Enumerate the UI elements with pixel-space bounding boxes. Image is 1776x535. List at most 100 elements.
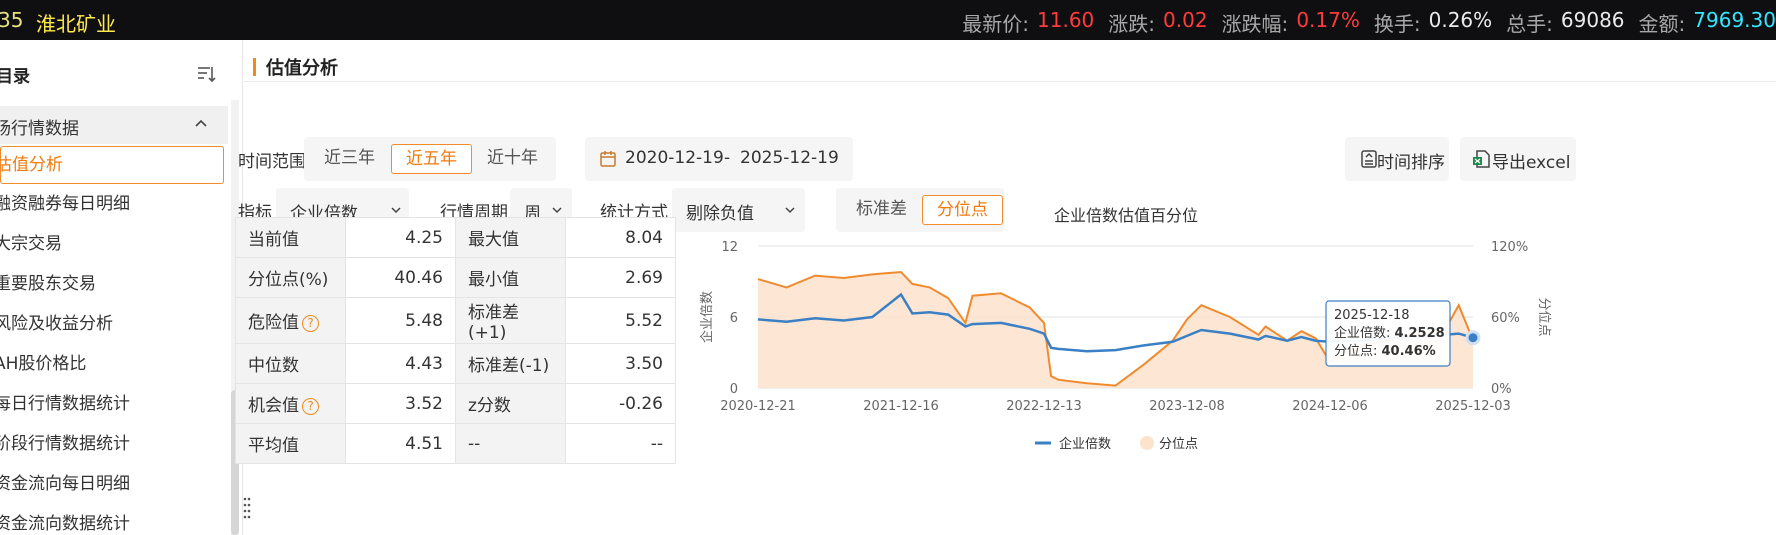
filter-row-time: 时间范围 近三年 近五年 近十年 2020-12-19 - 2025-12-19 时…: [238, 137, 1776, 181]
quote-label: 换手:: [1373, 12, 1421, 36]
sort-icon[interactable]: [196, 64, 216, 84]
sidebar-item[interactable]: AH股价格比: [0, 344, 228, 384]
quote-value: 7969.30: [1693, 8, 1776, 32]
stat-label: 最小值: [455, 257, 566, 298]
sort-by-time-button[interactable]: 时间排序: [1345, 137, 1449, 181]
stat-value: 3.50: [565, 343, 676, 384]
stat-value: 3.52: [345, 383, 456, 424]
sidebar-item-label: 大宗交易: [0, 234, 62, 254]
x-tick: 2024-12-06: [1292, 399, 1368, 414]
date-range-picker[interactable]: 2020-12-19 - 2025-12-19: [585, 137, 853, 181]
x-tick: 2023-12-08: [1149, 399, 1225, 414]
stats-row: 危险值? 5.48 标准差(+1) 5.52: [235, 297, 676, 344]
quote-label: 金额:: [1638, 12, 1686, 36]
sidebar-item-label: AH股价格比: [0, 354, 87, 374]
sidebar-item[interactable]: 大宗交易: [0, 224, 228, 264]
time-range-option[interactable]: 近三年: [310, 144, 389, 174]
y-right-axis-label: 分位点: [1536, 297, 1551, 336]
sidebar-item[interactable]: 资金流向数据统计: [0, 504, 228, 535]
stats-row: 分位点(%) 40.46 最小值 2.69: [235, 257, 676, 298]
tooltip-line-multiple: 企业倍数: 4.2528: [1334, 325, 1445, 341]
time-range-selector: 近三年 近五年 近十年: [304, 137, 556, 181]
stats-row: 机会值? 3.52 z分数 -0.26: [235, 383, 676, 424]
valuation-percentile-chart: 企业倍数估值百分位12 120%6 60%0 0%企业倍数 分位点2020-12-21 2…: [699, 206, 1551, 452]
legend-percentile-swatch: [1140, 436, 1154, 450]
x-tick: 2022-12-13: [1006, 399, 1082, 414]
sidebar-group-label: 场行情数据: [0, 119, 79, 139]
sort-time-icon: [1361, 150, 1377, 168]
sidebar-item-label: 资金流向数据统计: [0, 514, 130, 534]
sidebar: 目录 场行情数据 估值分析融资融券每日明细大宗交易重要股东交易风险及收益分析 AH…: [0, 40, 243, 535]
y-left-axis-label: 企业倍数: [699, 291, 715, 343]
quote-item: 涨跌: 0.02: [1108, 8, 1207, 37]
y-right-tick: 120%: [1491, 240, 1528, 255]
quote-value: 11.60: [1037, 8, 1095, 32]
sidebar-menu: 估值分析融资融券每日明细 大宗交易重要股东交易 风险及收益分析 AH股价格比每日行情数…: [0, 144, 228, 535]
stat-value: 2.69: [565, 257, 676, 298]
tooltip-date: 2025-12-18: [1334, 308, 1410, 323]
stat-value: 4.25: [345, 217, 456, 258]
section-header: 估值分析: [244, 52, 1776, 82]
tooltip-value: 40.46%: [1382, 344, 1436, 359]
page-title: 估值分析: [266, 58, 338, 79]
quote-label: 涨跌幅:: [1221, 12, 1289, 36]
quote-value: 69086: [1560, 8, 1625, 32]
stat-value: 4.51: [345, 423, 456, 464]
quote-list: 最新价: 11.60 涨跌: 0.02 涨跌幅: 0.17% 换手: 0.26% 总手: 6908…: [948, 8, 1776, 37]
quote-value: 0.26%: [1428, 8, 1493, 32]
stat-label: 分位点(%): [235, 257, 346, 298]
quote-label: 最新价:: [962, 12, 1030, 36]
sidebar-item[interactable]: 资金流向每日明细: [0, 464, 228, 504]
sidebar-item-label: 融资融券每日明细: [0, 194, 130, 214]
stats-row: 当前值 4.25 最大值 8.04: [235, 217, 676, 258]
quote-value: 0.17%: [1296, 8, 1360, 32]
x-tick: 2021-12-16: [863, 399, 939, 414]
quote-bar: 35 淮北矿业 最新价: 11.60 涨跌: 0.02 涨跌幅: 0.17% 换手: 0.26…: [0, 0, 1776, 40]
sidebar-item-label: 估值分析: [0, 155, 63, 175]
sidebar-item-label: 资金流向每日明细: [0, 474, 130, 494]
time-range-option[interactable]: 近十年: [473, 144, 552, 174]
stat-label: 平均值: [235, 423, 346, 464]
y-left-tick: 12: [721, 240, 738, 255]
sidebar-item-label: 每日行情数据统计: [0, 394, 130, 414]
x-tick: 2025-12-03: [1435, 399, 1511, 414]
stock-code: 35: [0, 8, 24, 32]
time-range-label: 时间范围: [238, 152, 306, 172]
title-accent: [253, 58, 256, 76]
sidebar-group-market[interactable]: 场行情数据: [0, 106, 228, 144]
excel-icon: [1473, 150, 1490, 168]
stat-value: 4.43: [345, 343, 456, 384]
tooltip-value: 4.2528: [1395, 326, 1445, 341]
quote-label: 涨跌:: [1108, 12, 1156, 36]
x-tick: 2020-12-21: [720, 399, 796, 414]
sidebar-item[interactable]: 阶段行情数据统计: [0, 424, 228, 464]
chart-title: 企业倍数估值百分位: [1054, 206, 1198, 225]
stat-value: -0.26: [565, 383, 676, 424]
sidebar-item[interactable]: 融资融券每日明细: [0, 184, 228, 224]
stock-name: 淮北矿业: [36, 12, 116, 36]
date-separator: -: [724, 148, 731, 168]
stat-label: 机会值?: [235, 383, 346, 424]
y-right-tick: 60%: [1491, 311, 1520, 326]
sidebar-item[interactable]: 每日行情数据统计: [0, 384, 228, 424]
tooltip-line-percentile: 分位点: 40.46%: [1334, 344, 1436, 359]
sidebar-item[interactable]: 风险及收益分析: [0, 304, 228, 344]
help-icon[interactable]: ?: [302, 315, 319, 332]
chevron-up-icon: [195, 119, 207, 127]
stat-label: 标准差(-1): [455, 343, 566, 384]
stat-label: 危险值?: [235, 297, 346, 344]
help-icon[interactable]: ?: [302, 398, 319, 415]
quote-value: 0.02: [1163, 8, 1208, 32]
date-to: 2025-12-19: [740, 148, 839, 168]
sidebar-item[interactable]: 估值分析: [0, 146, 224, 184]
calendar-icon: [600, 151, 616, 167]
y-left-tick: 6: [730, 311, 738, 326]
export-excel-button[interactable]: 导出excel: [1460, 137, 1576, 181]
hover-point: [1465, 330, 1481, 346]
sidebar-item-label: 阶段行情数据统计: [0, 434, 130, 454]
stat-value: 5.52: [565, 297, 676, 344]
time-range-option[interactable]: 近五年: [391, 144, 472, 174]
sort-button-label: 时间排序: [1377, 153, 1445, 173]
sidebar-item[interactable]: 重要股东交易: [0, 264, 228, 304]
legend-percentile-label: 分位点: [1159, 437, 1198, 452]
